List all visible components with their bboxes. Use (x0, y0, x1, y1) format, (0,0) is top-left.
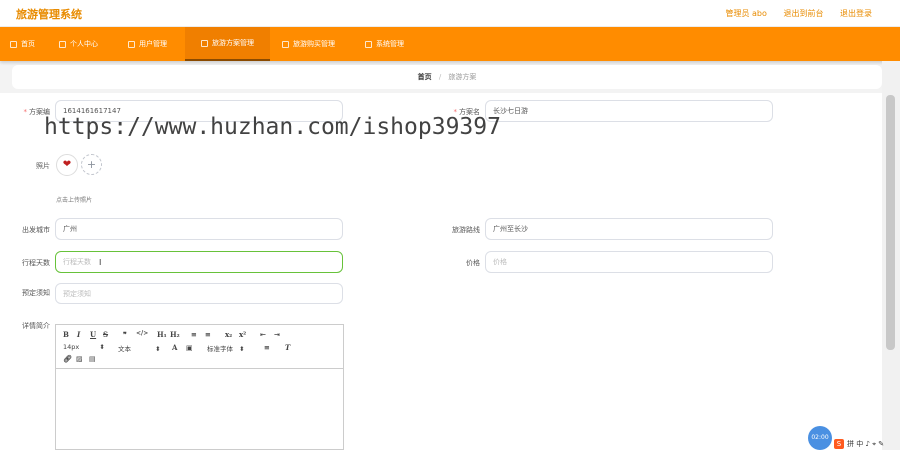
back-to-front-link[interactable]: 退出到前台 (783, 9, 823, 18)
video-icon[interactable]: ▤ (89, 354, 96, 363)
background-color-icon[interactable]: ▣ (186, 343, 193, 352)
nav-item-profile[interactable]: 个人中心 (59, 27, 98, 61)
nav-item-label: 旅游购买管理 (293, 40, 335, 48)
font-family-select[interactable]: 标准字体 ⬍ (207, 343, 245, 353)
code-block-button[interactable]: </> (136, 330, 148, 337)
outdent-button[interactable]: ⇤ (260, 330, 266, 339)
route-field[interactable]: 广州至长沙 (485, 218, 773, 240)
tray-icons: 拼 中 ♪ ⌖ ✎ (847, 440, 885, 448)
city-label: 出发城市 (22, 226, 50, 234)
image-icon[interactable]: ▨ (76, 354, 83, 363)
breadcrumb-separator: / (438, 73, 442, 81)
text-style-select[interactable]: 文本 ⬍ (118, 343, 161, 353)
booking-notes-textarea[interactable]: 预定须知 (55, 283, 343, 304)
chevron-down-icon: ⬍ (99, 343, 105, 351)
font-color-icon[interactable]: A (172, 343, 177, 352)
photo-thumbnail[interactable]: ❤ (56, 154, 78, 176)
ordered-list-button[interactable]: ≡ (191, 330, 197, 339)
nav-item-label: 个人中心 (70, 40, 98, 48)
strike-button[interactable]: S (103, 330, 108, 339)
settings-icon (365, 40, 372, 48)
sogou-ime-icon[interactable]: S (834, 439, 844, 449)
link-icon[interactable]: 🔗︎ (63, 354, 72, 363)
cart-icon (282, 40, 289, 48)
nav-item-label: 用户管理 (139, 40, 167, 48)
plan-icon (201, 39, 208, 47)
system-tray: S 拼 中 ♪ ⌖ ✎ (834, 438, 884, 450)
breadcrumb-current: 旅游方案 (448, 73, 477, 81)
header1-button[interactable]: H₁ (157, 330, 167, 339)
rich-text-editor: B I U S ❞ </> H₁ H₂ ≡ ≡ x₂ x² ⇤ ⇥ 14px ⬍… (55, 324, 344, 450)
price-input[interactable]: 价格 (485, 251, 773, 273)
indent-button[interactable]: ⇥ (274, 330, 280, 339)
user-icon (128, 40, 135, 48)
price-label: 价格 (466, 259, 480, 267)
editor-content-area[interactable] (56, 368, 343, 449)
text-cursor-icon: I (99, 258, 102, 267)
top-header: 旅游管理系统 管理员 abo 退出到前台 退出登录 (0, 0, 900, 27)
breadcrumb: 首页 / 旅游方案 (12, 65, 882, 89)
add-photo-button[interactable]: + (81, 154, 102, 175)
font-size-select[interactable]: 14px ⬍ (63, 343, 105, 351)
main-nav: 首页 个人中心 用户管理 旅游方案管理 旅游购买管理 系统管理 (0, 27, 900, 61)
chevron-down-icon: ⬍ (239, 345, 245, 353)
person-icon (59, 40, 66, 48)
nav-item-plans[interactable]: 旅游方案管理 (185, 27, 270, 61)
align-icon[interactable]: ≡ (264, 343, 270, 352)
bullet-list-button[interactable]: ≡ (205, 330, 211, 339)
header-links: 管理员 abo 退出到前台 退出登录 (711, 8, 872, 19)
nav-item-purchases[interactable]: 旅游购买管理 (282, 27, 335, 61)
subscript-button[interactable]: x₂ (225, 330, 232, 339)
nav-item-label: 首页 (21, 40, 35, 48)
photo-upload-hint: 点击上传照片 (56, 197, 93, 204)
nav-item-system[interactable]: 系统管理 (365, 27, 404, 61)
scrollbar-thumb[interactable] (886, 95, 895, 350)
header2-button[interactable]: H₂ (170, 330, 180, 339)
nav-item-label: 旅游方案管理 (212, 39, 254, 47)
nav-item-users[interactable]: 用户管理 (128, 27, 167, 61)
route-label: 旅游路线 (452, 226, 480, 234)
blockquote-button[interactable]: ❞ (123, 330, 127, 339)
home-icon (10, 40, 17, 48)
admin-user-label[interactable]: 管理员 abo (725, 9, 766, 18)
editor-toolbar: B I U S ❞ </> H₁ H₂ ≡ ≡ x₂ x² ⇤ ⇥ 14px ⬍… (56, 325, 343, 369)
underline-button[interactable]: U (90, 330, 96, 339)
detail-label: 详情简介 (22, 322, 50, 330)
photo-label: 照片 (36, 162, 50, 170)
days-label: 行程天数 (22, 259, 50, 267)
bold-button[interactable]: B (63, 330, 69, 339)
watermark-text: https://www.huzhan.com/ishop39397 (44, 114, 501, 140)
floating-timer-button[interactable]: 02:00 (808, 426, 832, 450)
superscript-button[interactable]: x² (239, 330, 246, 339)
departure-city-field[interactable]: 广州 (55, 218, 343, 240)
breadcrumb-home[interactable]: 首页 (418, 73, 432, 81)
nav-item-home[interactable]: 首页 (10, 27, 35, 61)
plan-name-field[interactable]: 长沙七日游 (485, 100, 773, 122)
clear-format-icon[interactable]: T (285, 343, 290, 352)
chevron-down-icon: ⬍ (155, 345, 161, 353)
app-title: 旅游管理系统 (16, 8, 82, 21)
booking-label: 预定须知 (22, 289, 50, 297)
italic-button[interactable]: I (77, 330, 80, 339)
nav-item-label: 系统管理 (376, 40, 404, 48)
logout-link[interactable]: 退出登录 (840, 9, 872, 18)
